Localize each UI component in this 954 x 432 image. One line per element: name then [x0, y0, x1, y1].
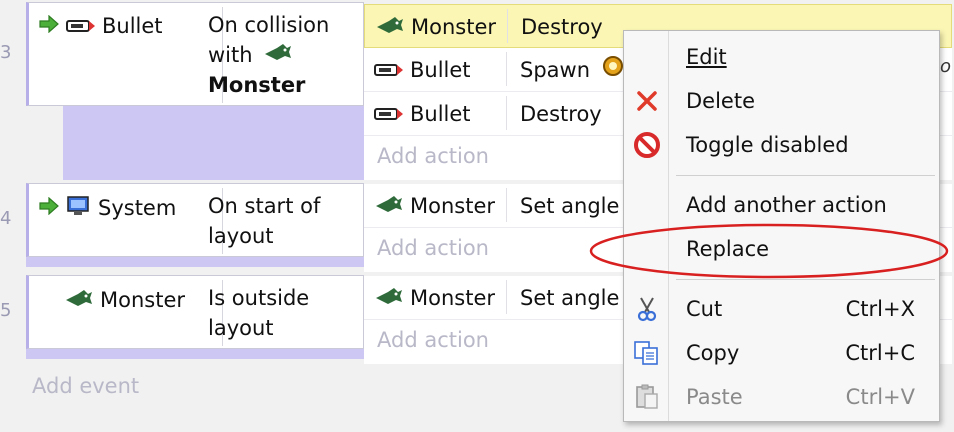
condition-text[interactable]: On start of layout [208, 191, 320, 251]
add-event-link[interactable]: Add event [32, 374, 139, 398]
menu-item-shortcut: Ctrl+C [845, 341, 915, 365]
condition-line: On start of [208, 194, 321, 218]
condition-object[interactable]: System [38, 190, 176, 226]
action-object-label: Monster [411, 15, 497, 39]
scissors-icon [633, 295, 661, 323]
monster-icon [374, 286, 404, 311]
spawn-object-icon [602, 48, 624, 92]
system-computer-icon [66, 195, 92, 222]
condition-object-label: Bullet [102, 14, 163, 38]
menu-item-label: Edit [686, 45, 727, 69]
action-name: Spawn [520, 48, 624, 92]
action-object-label: Bullet [410, 58, 471, 82]
menu-item-label: Add another action [686, 193, 887, 217]
condition-object[interactable]: Bullet [38, 8, 163, 44]
monster-icon [64, 288, 94, 313]
menu-item-label: Cut [686, 297, 723, 321]
menu-item-copy[interactable]: Copy Ctrl+C [624, 333, 939, 373]
menu-item-paste[interactable]: Paste Ctrl+V [624, 377, 939, 417]
monster-icon [375, 15, 405, 40]
action-object-label: Bullet [410, 102, 471, 126]
condition-line: layout [208, 316, 274, 340]
annotation-ellipse [589, 223, 949, 279]
condition-text[interactable]: On collision with Monster [208, 10, 329, 100]
event-condition-bar [63, 106, 364, 180]
truncated-text: o [940, 56, 952, 77]
action-object-label: Monster [410, 194, 496, 218]
paste-icon [633, 383, 661, 411]
menu-item-shortcut: Ctrl+X [845, 297, 915, 321]
action-object-label: Monster [410, 286, 496, 310]
add-action-link[interactable]: Add action [377, 144, 489, 168]
menu-item-edit[interactable]: Edit [624, 37, 939, 77]
menu-item-shortcut: Ctrl+V [845, 385, 915, 409]
condition-object-label: Monster [100, 288, 186, 312]
green-arrow-icon [38, 196, 60, 220]
menu-item-cut[interactable]: Cut Ctrl+X [624, 289, 939, 329]
bullet-icon [374, 58, 404, 82]
event-condition-bar [26, 257, 364, 267]
event-number: 3 [0, 42, 12, 63]
condition-line-object: Monster [208, 73, 306, 97]
condition-object-label: System [98, 196, 177, 220]
condition-line: layout [208, 224, 274, 248]
menu-separator [676, 175, 935, 176]
condition-line: with [208, 43, 253, 67]
copy-icon [633, 339, 661, 367]
x-icon [633, 87, 661, 115]
menu-item-label: Toggle disabled [686, 133, 849, 157]
condition-object[interactable]: Monster [64, 282, 185, 318]
green-arrow-icon [38, 14, 60, 38]
menu-item-label: Copy [686, 341, 740, 365]
action-name: Destroy [520, 102, 602, 126]
menu-item-add-another-action[interactable]: Add another action [624, 185, 939, 225]
no-entry-icon [633, 131, 661, 159]
condition-line: Is outside [208, 286, 310, 310]
event-number: 5 [0, 300, 12, 321]
event-number: 4 [0, 208, 12, 229]
add-action-link[interactable]: Add action [377, 328, 489, 352]
add-action-link[interactable]: Add action [377, 236, 489, 260]
menu-item-label: Delete [686, 89, 755, 113]
monster-icon [374, 194, 404, 219]
condition-line: On collision [208, 13, 330, 37]
menu-item-delete[interactable]: Delete [624, 81, 939, 121]
condition-text[interactable]: Is outside layout [208, 283, 309, 343]
monster-icon [263, 40, 293, 70]
action-name: Set angle [520, 286, 620, 310]
menu-item-toggle-disabled[interactable]: Toggle disabled [624, 125, 939, 165]
bullet-icon [66, 14, 96, 38]
bullet-icon [374, 102, 404, 126]
menu-item-label: Paste [686, 385, 743, 409]
action-name: Destroy [521, 15, 603, 39]
event-condition-bar [26, 349, 364, 359]
